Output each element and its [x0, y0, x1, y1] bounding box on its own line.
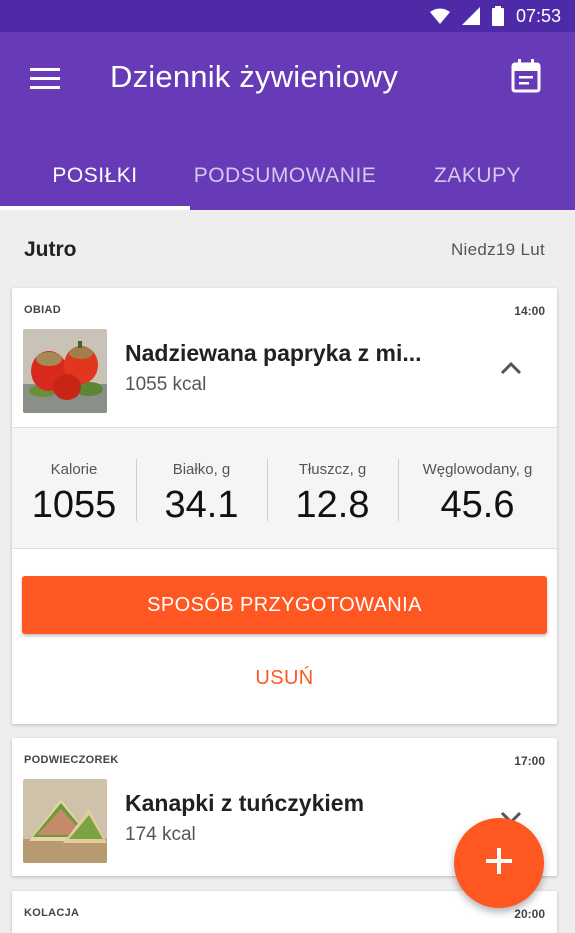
- meal-type: PODWIECZOREK: [24, 754, 119, 766]
- preparation-button[interactable]: SPOSÓB PRZYGOTOWANIA: [22, 576, 547, 634]
- meal-image[interactable]: [23, 779, 107, 863]
- nutrition-label: Kalorie: [50, 461, 98, 478]
- nutrition-label: Węglowodany, g: [422, 461, 533, 478]
- meal-type: KOLACJA: [24, 907, 80, 919]
- nutrition-panel: Kalorie 1055 Białko, g 34.1 Tłuszcz, g 1…: [12, 427, 557, 549]
- nutrition-protein: Białko, g 34.1: [136, 428, 267, 550]
- page-title: Dziennik żywieniowy: [110, 59, 399, 94]
- tab-meals[interactable]: POSIŁKI: [0, 142, 190, 210]
- tab-shopping[interactable]: ZAKUPY: [380, 142, 575, 210]
- tab-summary[interactable]: PODSUMOWANIE: [190, 142, 380, 210]
- tab-bar: POSIŁKI PODSUMOWANIE ZAKUPY: [0, 142, 575, 210]
- signal-icon: [461, 7, 480, 25]
- day-label: Jutro: [24, 238, 77, 261]
- nutrition-fat: Tłuszcz, g 12.8: [267, 428, 398, 550]
- nutrition-value: 45.6: [440, 484, 515, 526]
- meal-card-lunch: OBIAD 14:00 Nadziewana papryka z mi... 1…: [12, 288, 557, 724]
- nutrition-label: Białko, g: [172, 461, 231, 478]
- nutrition-label: Tłuszcz, g: [298, 461, 367, 478]
- app-bar: Dziennik żywieniowy POSIŁKI PODSUMOWANIE…: [0, 32, 575, 210]
- status-time: 07:53: [515, 5, 561, 26]
- day-date: Niedz19 Lut: [450, 240, 545, 259]
- add-meal-button[interactable]: [454, 818, 544, 908]
- meal-time: 17:00: [514, 754, 545, 768]
- nutrition-value: 12.8: [295, 484, 370, 526]
- nutrition-calories: Kalorie 1055: [12, 428, 136, 550]
- delete-button[interactable]: USUŃ: [12, 658, 557, 698]
- chevron-up-icon[interactable]: [499, 360, 523, 376]
- menu-icon[interactable]: [30, 68, 62, 92]
- nutrition-value: 1055: [31, 484, 117, 526]
- status-bar: 07:53: [0, 0, 575, 32]
- meal-image[interactable]: [23, 329, 107, 413]
- meal-time: 14:00: [514, 304, 545, 318]
- nutrition-carbs: Węglowodany, g 45.6: [398, 428, 557, 550]
- plus-icon: [486, 847, 512, 879]
- wifi-icon: [429, 8, 450, 24]
- day-header: Jutro Niedz19 Lut: [0, 210, 575, 288]
- meal-kcal: 174 kcal: [125, 824, 196, 845]
- meal-kcal: 1055 kcal: [125, 374, 207, 395]
- meal-time: 20:00: [514, 907, 545, 921]
- meal-name[interactable]: Nadziewana papryka z mi...: [125, 340, 422, 367]
- calendar-icon[interactable]: [511, 59, 541, 93]
- meal-type: OBIAD: [24, 304, 61, 316]
- nutrition-value: 34.1: [164, 484, 239, 526]
- meal-name[interactable]: Kanapki z tuńczykiem: [125, 790, 364, 817]
- battery-icon: [491, 6, 504, 26]
